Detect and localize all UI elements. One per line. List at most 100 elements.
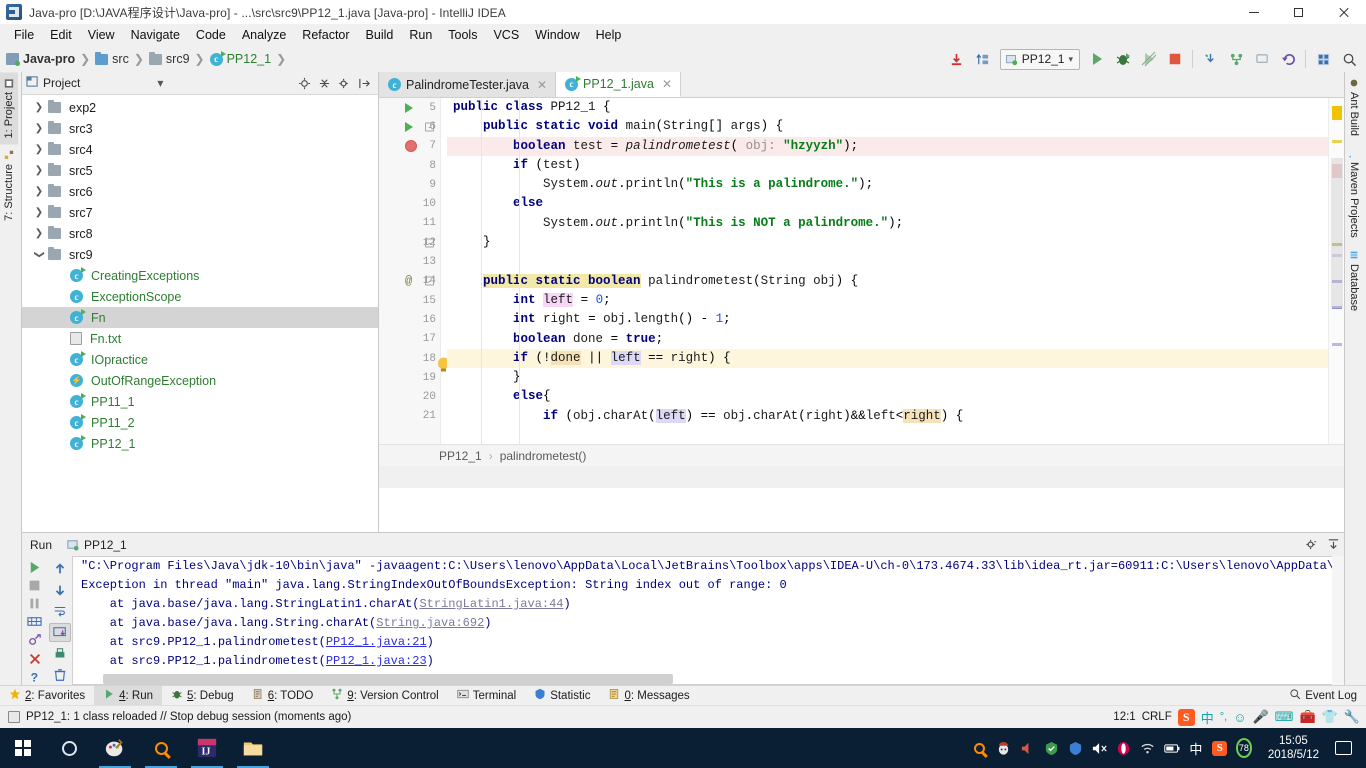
code-line[interactable]: System.out.println("This is a palindrome… <box>447 175 1328 194</box>
mute-icon[interactable] <box>1092 740 1108 756</box>
sidebar-item-project[interactable]: 1: Project <box>0 72 18 145</box>
menu-edit[interactable]: Edit <box>42 26 80 44</box>
tree-node[interactable]: Fn.txt <box>22 328 378 349</box>
security-icon[interactable] <box>1044 740 1060 756</box>
close-icon[interactable]: ✕ <box>537 78 547 92</box>
chinese-ime-icon[interactable]: 中 <box>1188 740 1204 757</box>
annotation-icon[interactable]: @ <box>405 274 412 288</box>
code-line[interactable]: System.out.println("This is NOT a palind… <box>447 214 1328 233</box>
collapse-all-icon[interactable] <box>314 73 334 93</box>
gutter-line[interactable]: 20 <box>379 387 440 406</box>
notification-icon[interactable] <box>1335 741 1352 755</box>
voice-icon[interactable]: 🎤 <box>1252 709 1268 725</box>
hide-icon[interactable] <box>354 73 374 93</box>
tree-node[interactable]: c CreatingExceptions <box>22 265 378 286</box>
debug-button[interactable] <box>1110 47 1136 71</box>
vcs-history-icon[interactable] <box>1249 47 1275 71</box>
event-log-button[interactable]: Event Log <box>1280 686 1366 706</box>
gutter-line[interactable]: 16 <box>379 310 440 329</box>
code-editor[interactable]: 5-6 7 8 9 10 11-12 13 @ -14 15 16 17 18 19 20 21 public… <box>379 98 1344 444</box>
menu-refactor[interactable]: Refactor <box>294 26 357 44</box>
qq-icon[interactable] <box>996 740 1012 756</box>
gear-icon[interactable] <box>334 73 354 93</box>
menu-window[interactable]: Window <box>527 26 587 44</box>
tool-window-button-messages[interactable]: 0: Messages <box>599 686 698 706</box>
code-line[interactable]: else <box>447 194 1328 213</box>
structure-icon[interactable] <box>1310 47 1336 71</box>
thread-dump-icon[interactable] <box>24 614 46 630</box>
menu-file[interactable]: File <box>6 26 42 44</box>
chinese-mode-icon[interactable]: 中 <box>1201 708 1214 727</box>
console-stack-link[interactable]: PP12_1.java:21 <box>326 635 427 649</box>
locate-icon[interactable] <box>294 73 314 93</box>
battery-icon[interactable] <box>1164 740 1180 756</box>
code-line[interactable]: public static boolean palindrometest(Str… <box>447 272 1328 291</box>
gutter-line[interactable]: 15 <box>379 291 440 310</box>
tree-node[interactable]: ❯ src8 <box>22 223 378 244</box>
maximize-button[interactable] <box>1276 0 1321 24</box>
tool-window-button-todo[interactable]: 6: TODO <box>243 686 323 706</box>
menu-run[interactable]: Run <box>401 26 440 44</box>
menu-help[interactable]: Help <box>588 26 630 44</box>
run-configuration-selector[interactable]: PP12_1 ▾ <box>999 48 1080 70</box>
code-line[interactable]: boolean test = palindrometest( obj: "hzy… <box>447 136 1328 156</box>
breadcrumb-item-project[interactable]: Java-pro <box>23 52 75 66</box>
breakpoint-icon[interactable] <box>405 140 417 153</box>
marker-warning[interactable] <box>1332 140 1342 143</box>
chevron-down-icon[interactable]: ▾ <box>1068 54 1073 65</box>
start-button[interactable] <box>0 728 46 768</box>
tool-window-button-debug[interactable]: 5: Debug <box>162 686 243 706</box>
tree-node[interactable]: c PP11_2 <box>22 412 378 433</box>
marker-occurrence[interactable] <box>1332 343 1342 346</box>
gutter-line[interactable]: 9 <box>379 175 440 194</box>
tree-node[interactable]: c PP11_1 <box>22 391 378 412</box>
chevron-right-icon[interactable]: ❯ <box>30 165 48 176</box>
wifi-icon[interactable] <box>1140 740 1156 756</box>
emoji-icon[interactable]: ☺ <box>1233 710 1246 725</box>
tool-window-button-versioncontrol[interactable]: 9: Version Control <box>322 686 447 706</box>
menu-navigate[interactable]: Navigate <box>123 26 188 44</box>
gutter-line[interactable]: -12 <box>379 233 440 252</box>
editor-tab-pp12-1[interactable]: c PP12_1.java ✕ <box>556 72 681 97</box>
gutter-line[interactable]: 13 <box>379 252 440 271</box>
code-line[interactable]: if (!done || left == right) { <box>447 348 1328 369</box>
tree-node[interactable]: ❯ src3 <box>22 118 378 139</box>
editor-text[interactable]: public class PP12_1 { public static void… <box>441 98 1328 444</box>
console-vscrollbar[interactable] <box>1332 556 1344 685</box>
sidebar-item-database[interactable]: Database <box>1345 244 1363 317</box>
up-stack-icon[interactable] <box>49 559 71 578</box>
tree-node[interactable]: c Fn <box>22 307 378 328</box>
editor-tab-palindrometester[interactable]: c PalindromeTester.java ✕ <box>379 72 557 97</box>
pause-icon[interactable] <box>24 596 46 612</box>
tool-window-button-favorites[interactable]: 2: Favorites <box>0 686 94 706</box>
menu-code[interactable]: Code <box>188 26 234 44</box>
chevron-right-icon[interactable]: ❯ <box>30 123 48 134</box>
project-view-dropdown[interactable]: ▾ <box>150 73 170 93</box>
taskbar-item-paint[interactable] <box>92 728 138 768</box>
stop-icon[interactable] <box>24 577 46 593</box>
soft-wrap-icon[interactable] <box>49 602 71 621</box>
console-stack-link[interactable]: PP12_1.java:23 <box>326 654 427 668</box>
code-line[interactable]: int right = obj.length() - 1; <box>447 310 1328 329</box>
code-line[interactable]: boolean done = true; <box>447 330 1328 349</box>
punctuation-mode-icon[interactable]: °, <box>1220 711 1227 723</box>
battery-percent-badge[interactable]: 78 <box>1235 738 1252 758</box>
tree-node[interactable]: ❯ exp2 <box>22 97 378 118</box>
gutter-line[interactable]: -6 <box>379 117 440 136</box>
project-tree[interactable]: ❯ exp2 ❯ src3 ❯ src4 ❯ src5 ❯ src6 ❯ src7 ❯ src8 ❯ src9… <box>22 95 378 454</box>
gutter-line[interactable]: 17 <box>379 330 440 349</box>
settings-icon[interactable]: 🔧 <box>1344 709 1360 725</box>
breadcrumb-method[interactable]: palindrometest() <box>500 449 587 463</box>
run-gutter-icon[interactable] <box>405 121 413 132</box>
gutter-line[interactable]: 8 <box>379 156 440 175</box>
run-button[interactable] <box>1084 47 1110 71</box>
tool-window-button-statistic[interactable]: Statistic <box>525 686 599 706</box>
stop-button[interactable] <box>1162 47 1188 71</box>
tool-window-button-run[interactable]: 4: Run <box>94 685 162 706</box>
update-running-application-icon[interactable] <box>1197 47 1223 71</box>
taskbar-clock[interactable]: 15:05 2018/5/12 <box>1260 734 1327 762</box>
gutter-line[interactable]: 18 <box>379 349 449 372</box>
tree-node[interactable]: ❯ src4 <box>22 139 378 160</box>
menu-build[interactable]: Build <box>358 26 402 44</box>
breadcrumb-item-src[interactable]: src <box>112 52 129 66</box>
